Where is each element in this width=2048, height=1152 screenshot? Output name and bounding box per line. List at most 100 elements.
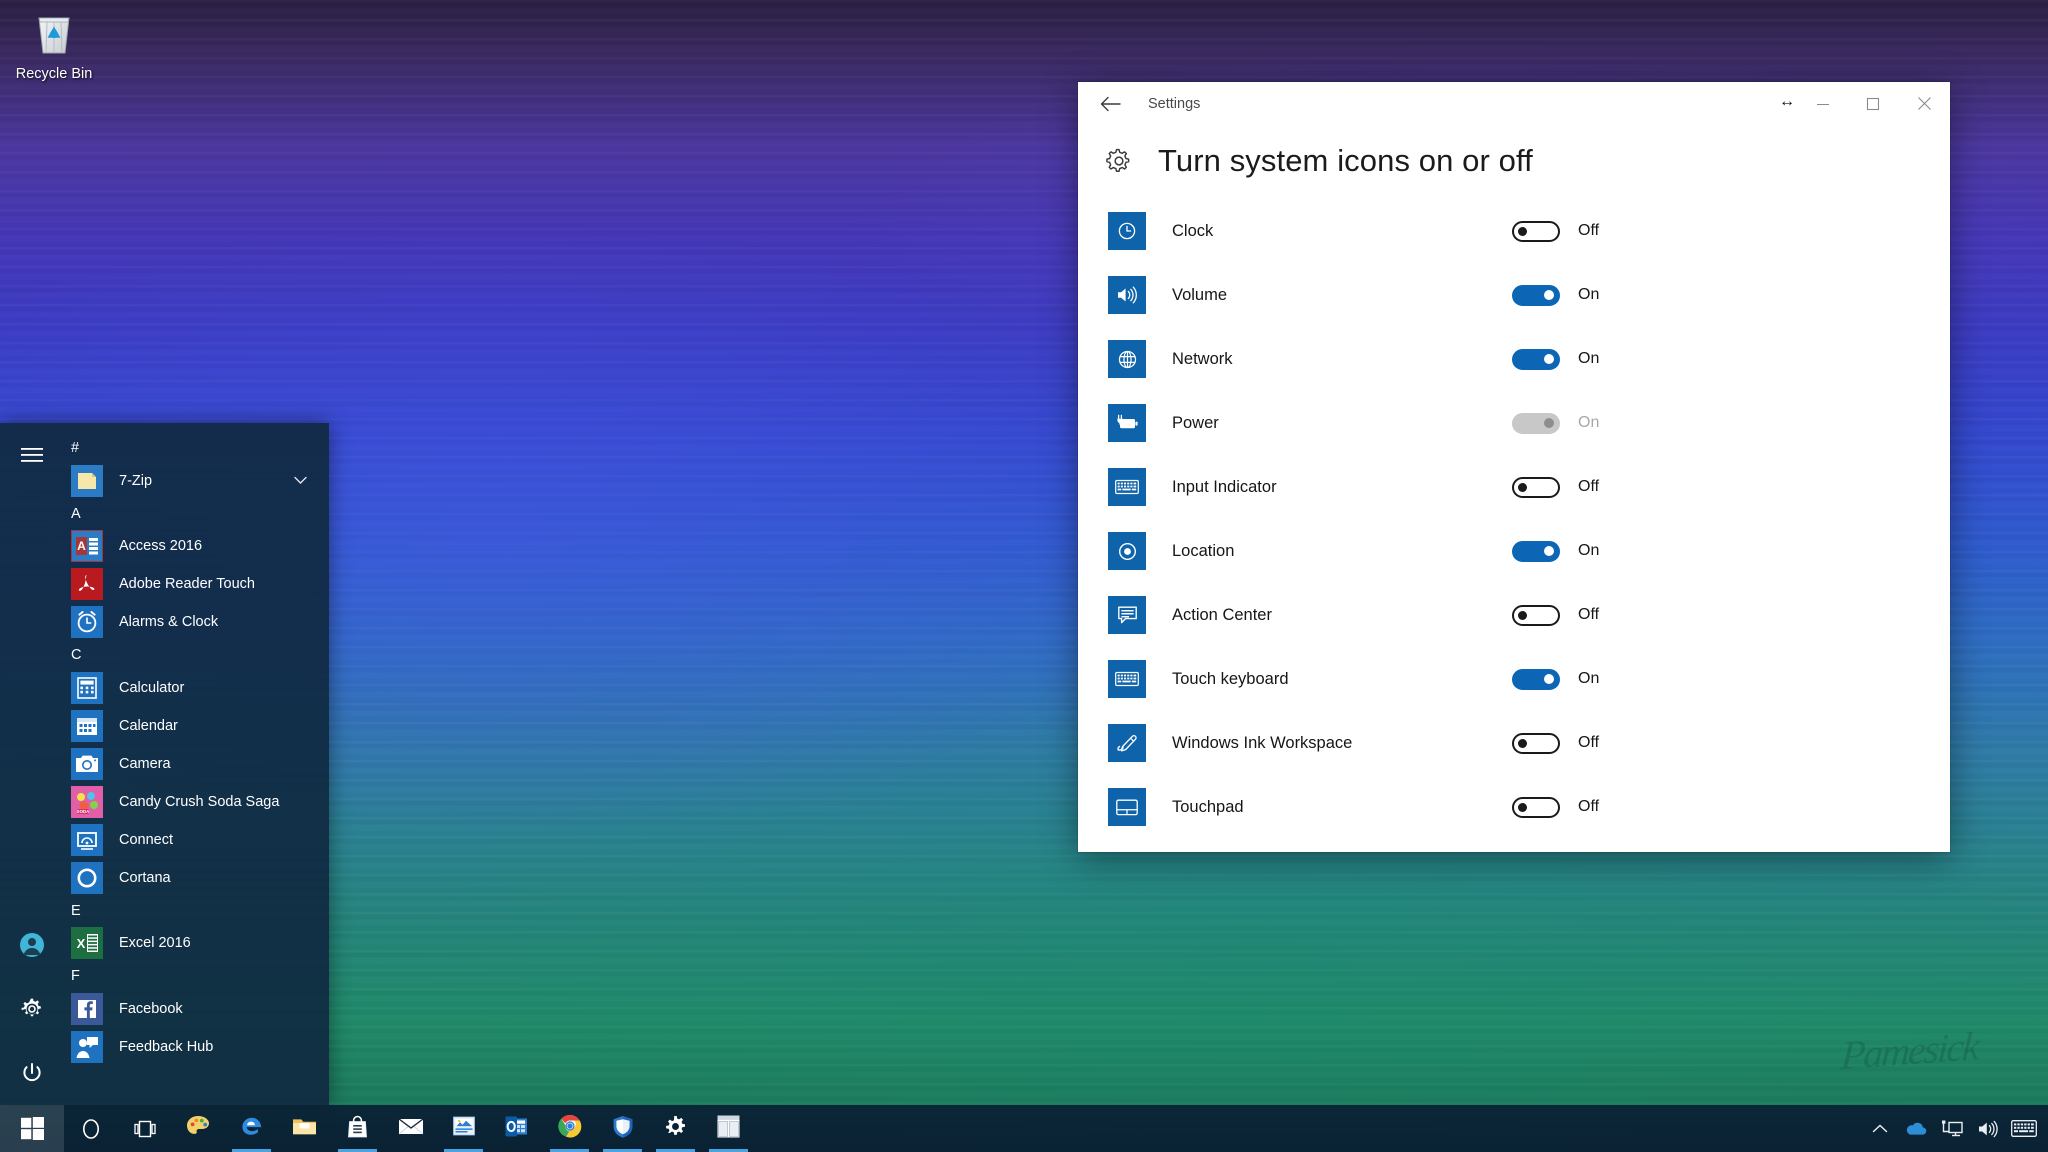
taskbar-microsoft-edge-button[interactable] (225, 1105, 278, 1152)
toggle-knob (1518, 226, 1527, 236)
windows-logo-icon (20, 1117, 44, 1140)
svg-text:X: X (77, 936, 86, 951)
start-app-item[interactable]: Alarms & Clock (64, 603, 329, 641)
start-app-item[interactable]: Calendar (64, 707, 329, 745)
network-tray-button[interactable] (1934, 1105, 1970, 1152)
volume-tray-button[interactable] (1970, 1105, 2006, 1152)
settings-content: Turn system icons on or off Clock Off Volu… (1078, 125, 1950, 852)
system-icon-row: Touch keyboard On (1108, 647, 1950, 711)
toggle-switch[interactable] (1512, 540, 1560, 562)
toggle-switch[interactable] (1512, 284, 1560, 306)
taskbar-mail-button[interactable] (384, 1105, 437, 1152)
start-menu-app-list[interactable]: #7-Zip A A Access 2016 Adobe Reader Touch Ala… (64, 423, 329, 1105)
task-view-button[interactable] (118, 1105, 172, 1152)
start-app-item[interactable]: Adobe Reader Touch (64, 565, 329, 603)
taskbar-paint-3d-button[interactable] (172, 1105, 225, 1152)
start-app-item[interactable]: Facebook (64, 990, 329, 1028)
system-icon-row: Location On (1108, 519, 1950, 583)
touch-keyboard-tray-button[interactable] (2006, 1105, 2042, 1152)
show-hidden-icons-button[interactable] (1862, 1105, 1898, 1152)
toggle-group: On (1512, 540, 1599, 562)
start-app-item[interactable]: Connect (64, 821, 329, 859)
system-tray[interactable] (1862, 1105, 2048, 1152)
taskbar-app-buttons (172, 1105, 755, 1152)
user-account-button[interactable] (0, 913, 64, 977)
start-button[interactable] (0, 1105, 64, 1152)
toggle-state-label: Off (1578, 222, 1600, 239)
start-app-item[interactable]: X Excel 2016 (64, 924, 329, 962)
close-button[interactable] (1898, 82, 1950, 125)
maximize-button[interactable] (1848, 82, 1898, 125)
taskbar-google-chrome-button[interactable] (543, 1105, 596, 1152)
start-menu[interactable]: #7-Zip A A Access 2016 Adobe Reader Touch Ala… (0, 423, 329, 1105)
recycle-bin-label: Recycle Bin (15, 66, 93, 82)
taskbar-settings-window-button[interactable] (702, 1105, 755, 1152)
cortana-search-button[interactable] (64, 1105, 118, 1152)
back-button[interactable] (1088, 86, 1132, 122)
toggle-switch[interactable] (1512, 668, 1560, 690)
taskbar-microsoft-store-button[interactable] (331, 1105, 384, 1152)
system-icon-row: Power On (1108, 391, 1950, 455)
settings-title-bar[interactable]: Settings ↔ (1078, 82, 1950, 125)
alpha-group-header: F (71, 968, 80, 984)
start-app-label: 7-Zip (119, 472, 153, 489)
volume-icon (1108, 276, 1146, 314)
taskbar[interactable] (0, 1105, 2048, 1152)
minimize-button[interactable] (1798, 82, 1848, 125)
edge-icon (240, 1114, 264, 1143)
start-app-item[interactable]: Cortana (64, 859, 329, 897)
folder-icon (71, 464, 103, 497)
pen-ink-icon (1108, 724, 1146, 762)
toggle-knob (1544, 674, 1554, 684)
cloud-icon (1906, 1122, 1927, 1135)
system-icon-label: Clock (1172, 221, 1214, 240)
page-header: Turn system icons on or off (1078, 125, 1950, 179)
excel-icon: X (71, 927, 103, 959)
svg-text:A: A (77, 539, 86, 553)
outlook-icon (505, 1116, 528, 1142)
clock-icon (1108, 212, 1146, 250)
connect-icon (71, 823, 103, 856)
toggle-group: On (1512, 348, 1599, 370)
calculator-icon (71, 671, 103, 704)
speaker-icon (1979, 1120, 1998, 1137)
power-button[interactable] (0, 1041, 64, 1105)
start-app-item[interactable]: A Access 2016 (64, 527, 329, 565)
taskbar-settings-button[interactable] (649, 1105, 702, 1152)
onedrive-tray-button[interactable] (1898, 1105, 1934, 1152)
taskbar-windows-defender-button[interactable] (596, 1105, 649, 1152)
action-center-icon (1108, 596, 1146, 634)
taskbar-powerpoint-button[interactable] (437, 1105, 490, 1152)
recycle-bin-desktop-icon[interactable]: Recycle Bin (6, 8, 102, 83)
recycle-bin-icon (38, 17, 70, 54)
chevron-down-icon[interactable] (294, 474, 307, 488)
settings-window[interactable]: Settings ↔ Turn system icons on or off C… (1078, 82, 1950, 852)
start-app-item[interactable]: 7-Zip (64, 462, 329, 500)
system-icon-row: Input Indicator Off (1108, 455, 1950, 519)
toggle-switch[interactable] (1512, 348, 1560, 370)
taskbar-file-explorer-button[interactable] (278, 1105, 331, 1152)
start-app-item[interactable]: Feedback Hub (64, 1028, 329, 1066)
start-app-item[interactable]: Camera (64, 745, 329, 783)
toggle-group: Off (1512, 476, 1599, 498)
start-app-item[interactable]: Calculator (64, 669, 329, 707)
toggle-switch[interactable] (1512, 476, 1560, 498)
taskbar-outlook-button[interactable] (490, 1105, 543, 1152)
chrome-icon (557, 1114, 582, 1143)
facebook-icon (71, 992, 103, 1025)
start-app-item[interactable]: SODA Candy Crush Soda Saga (64, 783, 329, 821)
system-icon-row: Clock Off (1108, 199, 1950, 263)
start-app-label: Camera (119, 755, 171, 772)
toggle-switch[interactable] (1512, 796, 1560, 818)
toggle-switch[interactable] (1512, 220, 1560, 242)
location-target-icon (1108, 532, 1146, 570)
feedback-hub-icon (71, 1030, 103, 1063)
toggle-switch[interactable] (1512, 732, 1560, 754)
toggle-switch[interactable] (1512, 604, 1560, 626)
keyboard-icon (1108, 468, 1146, 506)
hamburger-menu-button[interactable] (0, 423, 64, 487)
settings-button[interactable] (0, 977, 64, 1041)
toggle-knob (1518, 610, 1527, 620)
minimize-icon (1817, 103, 1829, 105)
gear-icon (664, 1115, 687, 1143)
